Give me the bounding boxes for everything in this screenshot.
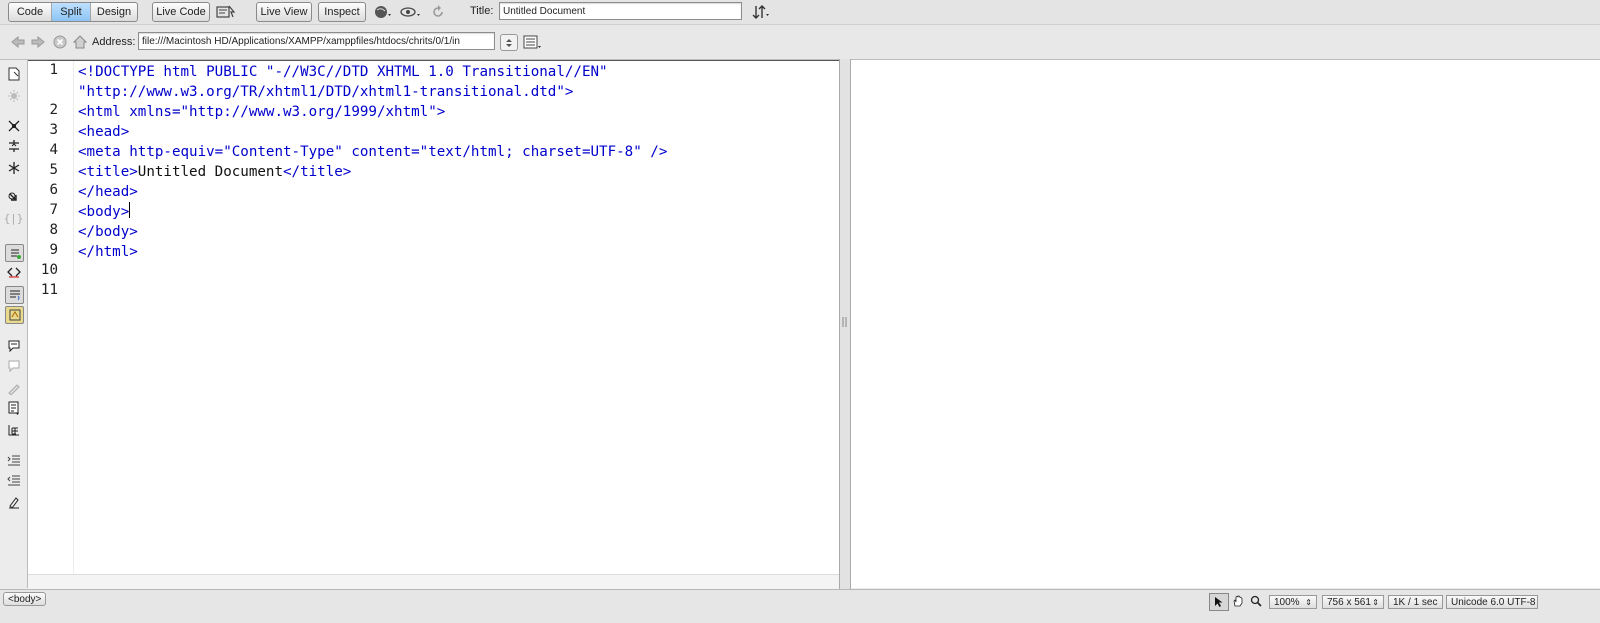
window-size-select[interactable]: 756 x 561 ⇕ [1322,595,1384,609]
zoom-value: 100% [1274,596,1300,608]
title-open-tag: <title> [78,164,138,180]
zoom-select[interactable]: 100% ⇕ [1269,595,1317,609]
line-numbers-icon[interactable] [5,244,24,262]
code-line: </body> [78,224,138,240]
document-title-input[interactable]: Untitled Document [499,2,742,20]
wrap-tag-icon[interactable] [5,380,22,396]
recent-snippets-icon[interactable] [5,400,22,416]
line-number: 9 [49,242,58,258]
line-number: 8 [49,222,58,238]
gutter-divider [73,61,74,575]
code-text[interactable]: <!DOCTYPE html PUBLIC "-//W3C//DTD XHTML… [78,62,667,262]
document-toolbar: Code Split Design Live Code Live View In… [0,0,1600,25]
line-number: 4 [49,142,58,158]
show-code-navigator-icon[interactable] [5,88,22,104]
balance-braces-icon[interactable]: {|} [4,210,24,226]
download-size-indicator: 1K / 1 sec [1388,595,1443,609]
zoom-tool-icon[interactable] [1248,593,1264,609]
code-line: <title>Untitled Document</title> [78,162,667,182]
line-number: 6 [49,182,58,198]
refresh-icon[interactable] [430,3,446,21]
highlight-invalid-code-icon[interactable] [5,264,22,280]
live-code-button[interactable]: Live Code [152,2,210,22]
outdent-code-icon[interactable] [5,472,22,488]
remove-comment-icon[interactable] [5,358,22,374]
line-number: 2 [49,102,58,118]
stepper-icon: ⇕ [1305,597,1312,607]
title-text: Untitled Document [137,164,284,180]
code-line: </head> [78,184,138,200]
word-wrap-icon[interactable] [5,286,24,304]
encoding-indicator: Unicode 6.0 UTF-8 [1446,595,1538,609]
collapse-full-tag-icon[interactable] [5,118,22,134]
file-management-icon[interactable] [751,3,771,21]
code-editor[interactable]: 1 2 3 4 5 6 7 8 9 10 11 <!DOCTYPE html P… [28,60,867,576]
collapse-selection-icon[interactable] [5,138,22,154]
code-horizontal-scrollbar[interactable] [28,574,839,589]
code-line: "http://www.w3.org/TR/xhtml1/DTD/xhtml1-… [78,84,574,100]
design-view-pane[interactable] [851,60,1600,588]
window-size-value: 756 x 561 [1327,596,1371,608]
indent-code-icon[interactable] [5,452,22,468]
stop-icon[interactable] [52,34,68,50]
preview-in-browser-icon[interactable] [373,3,393,21]
live-view-button[interactable]: Live View [256,2,312,22]
code-view-button[interactable]: Code [9,3,52,21]
hand-tool-icon[interactable] [1229,593,1247,609]
code-line: </html> [78,244,138,260]
line-number: 11 [40,282,58,298]
back-arrow-icon[interactable] [10,34,26,50]
code-line: <meta http-equiv="Content-Type" content=… [78,144,668,160]
code-line: <head> [78,124,130,140]
address-input[interactable]: file:///Macintosh HD/Applications/XAMPP/… [138,32,495,50]
apply-comment-icon[interactable] [5,338,22,354]
tag-selector-body[interactable]: <body> [3,592,47,606]
text-cursor [129,202,131,218]
split-view-divider[interactable] [839,59,851,589]
move-css-icon[interactable] [5,422,22,438]
coding-toolbar: {|} [0,60,28,588]
line-number: 3 [49,122,58,138]
syntax-coloring-icon[interactable] [5,306,24,324]
format-source-code-icon[interactable] [5,494,22,510]
live-view-options-icon[interactable] [523,33,543,51]
title-label: Title: [470,5,494,17]
split-view-button[interactable]: Split [52,3,91,21]
line-number: 10 [40,262,58,278]
code-line: <html xmlns="http://www.w3.org/1999/xhtm… [78,104,446,120]
title-close-tag: </title> [283,164,352,180]
open-documents-icon[interactable] [5,66,22,82]
line-number-gutter: 1 2 3 4 5 6 7 8 9 10 11 [28,61,73,575]
design-view-button[interactable]: Design [91,3,137,21]
browser-navigation-toolbar: Address: file:///Macintosh HD/Applicatio… [0,25,1600,60]
code-line: <!DOCTYPE html PUBLIC "-//W3C//DTD XHTML… [78,64,608,80]
address-stepper-icon[interactable] [500,34,518,51]
select-parent-tag-icon[interactable] [5,190,22,206]
line-number: 5 [49,162,58,178]
stepper-icon: ⇕ [1372,597,1379,607]
line-number: 1 [49,62,58,78]
view-mode-switcher: Code Split Design [8,2,138,22]
line-number: 7 [49,202,58,218]
address-label: Address: [92,36,136,48]
home-icon[interactable] [72,34,88,50]
visual-aids-icon[interactable] [399,3,423,21]
body-open-tag: <body> [78,204,130,220]
forward-arrow-icon[interactable] [30,34,46,50]
select-tool-icon[interactable] [1209,593,1229,611]
inspect-button[interactable]: Inspect [318,2,366,22]
check-browser-compat-icon[interactable] [215,3,237,21]
code-line: <body> [78,202,667,222]
expand-all-icon[interactable] [5,160,22,176]
status-bar: <body> 100% ⇕ 756 x 561 ⇕ 1K / 1 sec Uni… [0,589,1600,623]
